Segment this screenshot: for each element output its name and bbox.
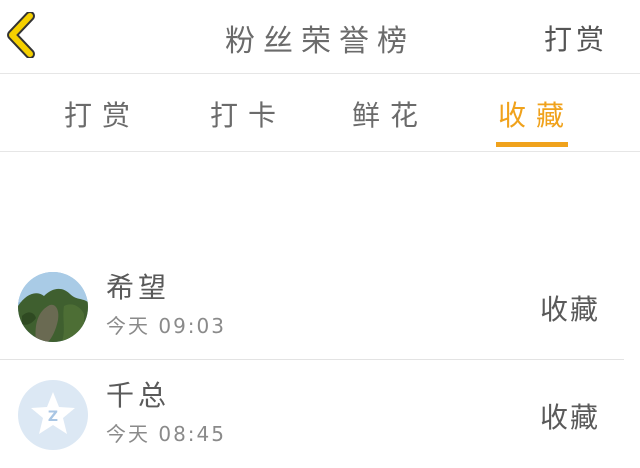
- timestamp: 今天 08:45: [106, 422, 226, 446]
- action-label: 收藏: [539, 401, 600, 434]
- tab-checkin[interactable]: 打卡: [210, 94, 286, 134]
- top-bar: 粉丝荣誉榜 打赏: [0, 0, 640, 74]
- reward-button[interactable]: 打赏: [544, 18, 608, 58]
- timestamp: 今天 09:03: [106, 314, 226, 338]
- svg-text:Z: Z: [48, 409, 58, 425]
- landscape-photo-icon: [18, 272, 88, 342]
- action-label: 收藏: [539, 293, 600, 326]
- category-tabs: 打赏 打卡 鲜花 收藏: [0, 74, 640, 152]
- list-item[interactable]: Z 千总 今天 08:45 收藏: [0, 366, 640, 468]
- avatar: Z: [18, 380, 88, 450]
- tab-flowers[interactable]: 鲜花: [352, 94, 428, 134]
- qq-avatar-icon: Z: [18, 380, 88, 450]
- avatar: [18, 272, 88, 342]
- tab-favorites[interactable]: 收藏: [498, 94, 574, 134]
- user-name: 希望: [106, 271, 171, 304]
- row-divider: [0, 359, 624, 360]
- user-name: 千总: [106, 379, 171, 412]
- list-item[interactable]: 希望 今天 09:03 收藏: [0, 258, 640, 360]
- active-tab-indicator: [496, 142, 568, 147]
- tab-reward[interactable]: 打赏: [64, 94, 140, 134]
